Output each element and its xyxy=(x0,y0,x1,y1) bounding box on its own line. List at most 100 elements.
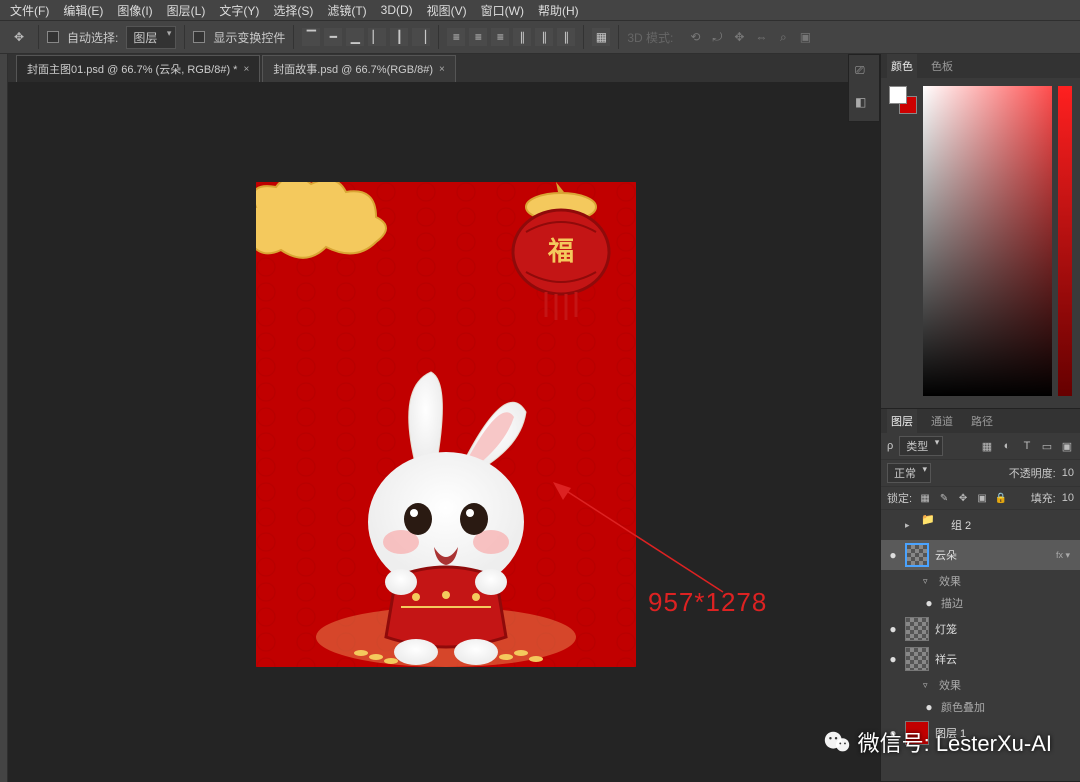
camera3d-icon[interactable]: ▣ xyxy=(797,29,813,45)
zoom3d-icon[interactable]: ⌕ xyxy=(775,29,791,45)
tab-doc-1-close-icon[interactable]: × xyxy=(243,64,249,75)
autoselect-checkbox[interactable] xyxy=(47,31,59,43)
foreground-color[interactable] xyxy=(889,86,907,104)
visibility-toggle[interactable]: ● xyxy=(923,596,935,610)
filter-shape-icon[interactable]: ▭ xyxy=(1040,439,1054,453)
annotation-arrow xyxy=(553,482,733,602)
color-spectrum[interactable] xyxy=(923,86,1052,396)
visibility-toggle[interactable]: ● xyxy=(887,622,899,636)
visibility-toggle[interactable]: ● xyxy=(887,548,899,562)
disclosure-icon[interactable]: ▸ xyxy=(905,520,915,531)
pan3d-icon[interactable]: ✥ xyxy=(731,29,747,45)
align-hcenter-icon[interactable]: ┃ xyxy=(390,28,408,46)
menu-window[interactable]: 窗口(W) xyxy=(475,0,530,21)
dist-right-icon[interactable]: ∥ xyxy=(557,28,575,46)
orbit3d-icon[interactable]: ⟲ xyxy=(687,29,703,45)
slide3d-icon[interactable]: ⇔ xyxy=(753,29,769,45)
visibility-toggle[interactable]: ● xyxy=(887,652,899,666)
tab-channels[interactable]: 通道 xyxy=(927,409,957,433)
filter-adjust-icon[interactable]: ◐ xyxy=(1000,439,1014,453)
align-left-icon[interactable]: ▏ xyxy=(368,28,386,46)
roll3d-icon[interactable]: ⤾ xyxy=(709,29,725,45)
align-vcenter-icon[interactable]: ━ xyxy=(324,28,342,46)
menu-file[interactable]: 文件(F) xyxy=(4,0,55,21)
dist-hcenter-icon[interactable]: ∥ xyxy=(535,28,553,46)
fgbg-swatch[interactable] xyxy=(889,86,917,114)
lock-brush-icon[interactable]: ✎ xyxy=(937,491,951,505)
menu-image[interactable]: 图像(I) xyxy=(111,0,158,21)
dock-icon-1[interactable]: ⎚ xyxy=(855,63,873,81)
opacity-value[interactable]: 10 xyxy=(1062,467,1074,479)
show-transform-checkbox[interactable] xyxy=(193,31,205,43)
autoselect-dropdown[interactable]: 图层 xyxy=(126,26,176,49)
dist-left-icon[interactable]: ∥ xyxy=(513,28,531,46)
layer-name: 颜色叠加 xyxy=(941,699,985,715)
menu-layer[interactable]: 图层(L) xyxy=(161,0,212,21)
tab-doc-1-label: 封面主图01.psd @ 66.7% (云朵, RGB/8#) * xyxy=(27,61,237,77)
layer-cloud[interactable]: ● 云朵 fx ▾ xyxy=(881,540,1080,570)
tab-doc-1[interactable]: 封面主图01.psd @ 66.7% (云朵, RGB/8#) * × xyxy=(16,55,260,82)
layer-effect-color-overlay[interactable]: ● 颜色叠加 xyxy=(881,696,1080,718)
disclosure-icon[interactable]: ▿ xyxy=(923,576,933,587)
filter-pixel-icon[interactable]: ▦ xyxy=(980,439,994,453)
layer-thumb xyxy=(905,543,929,567)
lock-pixels-icon[interactable]: ▦ xyxy=(918,491,932,505)
layer-auspicious-cloud[interactable]: ● 祥云 xyxy=(881,644,1080,674)
canvas[interactable]: 福 xyxy=(8,82,880,782)
menu-help[interactable]: 帮助(H) xyxy=(532,0,585,21)
layer-effects-2[interactable]: ▿ 效果 xyxy=(881,674,1080,696)
menu-view[interactable]: 视图(V) xyxy=(421,0,473,21)
layer-name: 灯笼 xyxy=(935,621,957,637)
tab-layers[interactable]: 图层 xyxy=(887,409,917,433)
align-right-icon[interactable]: ▕ xyxy=(412,28,430,46)
layer-name: 描边 xyxy=(941,595,963,611)
align-top-icon[interactable]: ▔ xyxy=(302,28,320,46)
layer-lantern[interactable]: ● 灯笼 xyxy=(881,614,1080,644)
disclosure-icon[interactable]: ▿ xyxy=(923,680,933,691)
tab-color[interactable]: 颜色 xyxy=(887,54,917,78)
fill-value[interactable]: 10 xyxy=(1062,492,1074,504)
lock-label: 锁定: xyxy=(887,490,912,506)
visibility-toggle[interactable]: ● xyxy=(923,700,935,714)
tab-doc-2-close-icon[interactable]: × xyxy=(439,64,445,75)
autoselect-label: 自动选择: xyxy=(67,29,118,46)
menu-filter[interactable]: 滤镜(T) xyxy=(321,0,372,21)
layer-name: 效果 xyxy=(939,573,961,589)
menu-edit[interactable]: 编辑(E) xyxy=(57,0,109,21)
layer-effects[interactable]: ▿ 效果 xyxy=(881,570,1080,592)
tab-swatches[interactable]: 色板 xyxy=(927,54,957,78)
menu-3d[interactable]: 3D(D) xyxy=(375,1,419,19)
filter-type-icon[interactable]: T xyxy=(1020,439,1034,453)
dist-top-icon[interactable]: ≡ xyxy=(447,28,465,46)
blend-mode-dropdown[interactable]: 正常 xyxy=(887,463,931,483)
menu-type[interactable]: 文字(Y) xyxy=(213,0,265,21)
filter-smart-icon[interactable]: ▣ xyxy=(1060,439,1074,453)
dist-vcenter-icon[interactable]: ≡ xyxy=(469,28,487,46)
layer-effect-stroke[interactable]: ● 描边 xyxy=(881,592,1080,614)
align-bottom-icon[interactable]: ▁ xyxy=(346,28,364,46)
tab-paths[interactable]: 路径 xyxy=(967,409,997,433)
filter-search-icon[interactable]: ρ xyxy=(887,440,893,452)
tool-strip xyxy=(0,54,8,782)
menu-select[interactable]: 选择(S) xyxy=(267,0,319,21)
fx-badge[interactable]: fx ▾ xyxy=(1056,550,1074,561)
fill-label: 填充: xyxy=(1031,490,1056,506)
layer-group[interactable]: ▸ 📁 组 2 xyxy=(881,510,1080,540)
move-tool-icon[interactable]: ✥ xyxy=(8,26,30,48)
mode3d-label: 3D 模式: xyxy=(627,29,673,46)
dock-icon-2[interactable]: ◧ xyxy=(855,95,873,113)
wechat-icon xyxy=(822,727,852,757)
layer-name: 云朵 xyxy=(935,547,957,563)
lock-position-icon[interactable]: ✥ xyxy=(956,491,970,505)
lock-all-icon[interactable]: 🔒 xyxy=(994,491,1008,505)
tab-doc-2[interactable]: 封面故事.psd @ 66.7%(RGB/8#) × xyxy=(262,55,456,82)
hue-slider[interactable] xyxy=(1058,86,1072,396)
lantern-art: 福 xyxy=(506,182,616,322)
filter-type-dropdown[interactable]: 类型 xyxy=(899,436,943,456)
watermark-text: 微信号: LesterXu-AI xyxy=(858,726,1052,758)
layer-name: 祥云 xyxy=(935,651,957,667)
menu-bar: 文件(F) 编辑(E) 图像(I) 图层(L) 文字(Y) 选择(S) 滤镜(T… xyxy=(0,0,1080,20)
dist-bottom-icon[interactable]: ≡ xyxy=(491,28,509,46)
lock-artboard-icon[interactable]: ▣ xyxy=(975,491,989,505)
autoalign-icon[interactable]: ▦ xyxy=(592,28,610,46)
